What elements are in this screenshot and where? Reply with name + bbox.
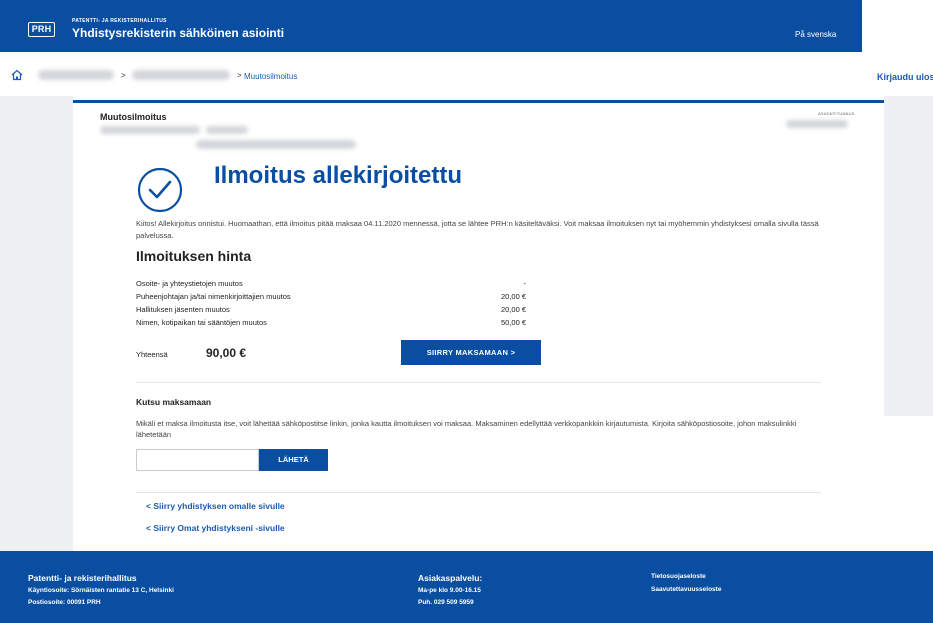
invite-description: Mikäli et maksa ilmoitusta itse, voit lä…: [136, 419, 797, 439]
footer-postal-address: Postiosoite: 00091 PRH: [28, 599, 101, 606]
price-row: Hallituksen jäsenten muutos 20,00 €: [136, 305, 526, 317]
breadcrumb-item-redacted[interactable]: [38, 70, 114, 80]
send-button[interactable]: LÄHETÄ: [259, 449, 328, 471]
price-heading: Ilmoituksen hinta: [136, 248, 252, 264]
price-row-label: Nimen, kotipaikan tai sääntöjen muutos: [136, 318, 267, 327]
price-row: Osoite- ja yhteystietojen muutos -: [136, 279, 526, 291]
pay-button[interactable]: SIIRRY MAKSAMAAN >: [401, 340, 541, 365]
org-name-small: PATENTTI- JA REKISTERIHALLITUS: [72, 18, 167, 24]
prh-logo[interactable]: PRH: [28, 22, 55, 37]
breadcrumb-separator: >: [121, 71, 126, 80]
reference-label: ASIOINTITUNNUS: [818, 111, 855, 116]
section-divider: [136, 492, 821, 493]
page-background-right: [884, 96, 933, 416]
association-name-redacted: [100, 126, 200, 134]
success-heading: Ilmoitus allekirjoitettu: [214, 162, 463, 189]
home-icon[interactable]: [10, 68, 24, 82]
breadcrumb-separator: >: [237, 71, 242, 80]
accessibility-statement-link[interactable]: Saavutettavuusseloste: [651, 586, 721, 593]
site-header: PRH PATENTTI- JA REKISTERIHALLITUS Yhdis…: [0, 0, 862, 52]
price-row: Nimen, kotipaikan tai sääntöjen muutos 5…: [136, 318, 526, 330]
page-background-left: [0, 96, 73, 551]
total-label: Yhteensä: [136, 350, 168, 359]
breadcrumb-current: Muutosilmoitus: [244, 72, 298, 81]
price-row-label: Puheenjohtajan ja/tai nimenkirjoittajien…: [136, 292, 291, 301]
price-row-label: Osoite- ja yhteystietojen muutos: [136, 279, 243, 288]
invite-heading: Kutsu maksamaan: [136, 397, 212, 407]
site-footer: Patentti- ja rekisterihallitus Käyntioso…: [0, 551, 933, 623]
my-associations-link[interactable]: < Siirry Omat yhdistykseni -sivulle: [146, 523, 285, 533]
footer-service-title: Asiakaspalvelu:: [418, 573, 483, 583]
total-value: 90,00 €: [206, 346, 247, 360]
footer-org-name: Patentti- ja rekisterihallitus: [28, 573, 137, 583]
footer-service-hours: Ma-pe klo 9.00-16.15: [418, 587, 481, 594]
price-row-label: Hallituksen jäsenten muutos: [136, 305, 230, 314]
logout-link[interactable]: Kirjaudu ulos: [877, 72, 933, 82]
price-row-value: 20,00 €: [500, 292, 526, 301]
price-row-value: 50,00 €: [500, 318, 526, 327]
price-row: Puheenjohtajan ja/tai nimenkirjoittajien…: [136, 292, 526, 304]
site-title[interactable]: Yhdistysrekisterin sähköinen asiointi: [72, 26, 284, 40]
breadcrumb-item-redacted[interactable]: [132, 70, 230, 80]
footer-service-phone: Puh. 029 509 5959: [418, 599, 474, 606]
association-id-redacted: [206, 126, 248, 134]
association-detail-redacted: [196, 140, 356, 149]
card-title: Muutosilmoitus: [100, 112, 167, 122]
success-message: Kiitos! Allekirjoitus onnistui. Huomaath…: [136, 219, 819, 240]
language-switch-link[interactable]: På svenska: [795, 30, 836, 39]
checkmark-icon: [137, 167, 183, 213]
section-divider: [136, 382, 821, 383]
privacy-policy-link[interactable]: Tietosuojaseloste: [651, 573, 706, 580]
email-input[interactable]: [136, 449, 259, 471]
price-row-value: -: [523, 279, 527, 288]
reference-value-redacted: [786, 120, 848, 128]
price-row-value: 20,00 €: [500, 305, 526, 314]
footer-visit-address: Käyntiosoite: Sörnäisten rantatie 13 C, …: [28, 587, 174, 594]
own-page-link[interactable]: < Siirry yhdistyksen omalle sivulle: [146, 501, 285, 511]
